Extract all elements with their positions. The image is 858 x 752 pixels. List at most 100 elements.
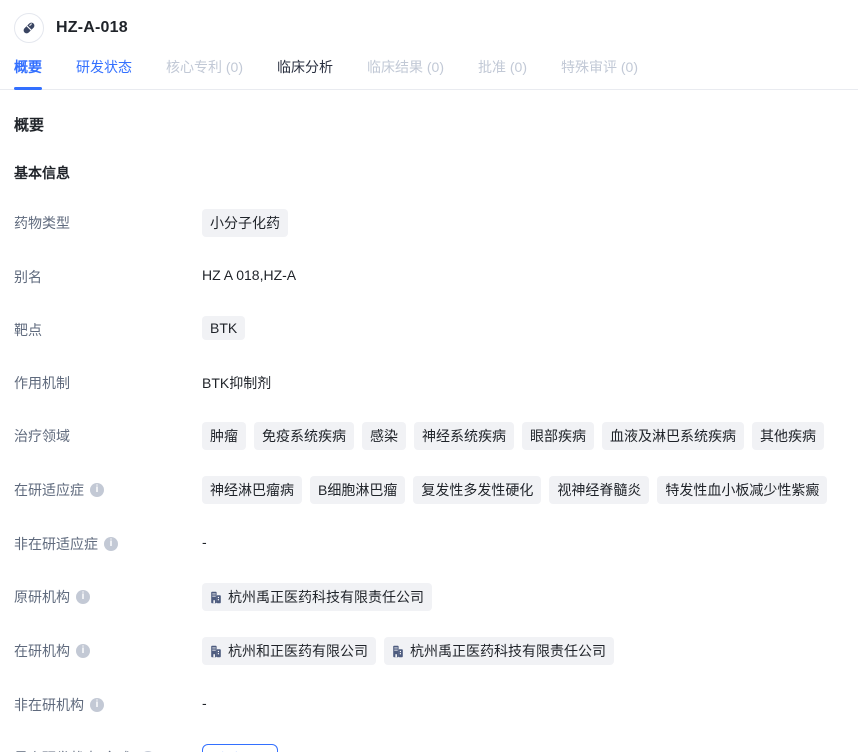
active-orgs-tag[interactable]: 杭州禹正医药科技有限责任公司 xyxy=(384,637,614,665)
tab-core-patents: 核心专利 (0) xyxy=(166,57,243,89)
field-row-active-indications: 在研适应症 i 神经淋巴瘤病 B细胞淋巴瘤复发性多发性硬化视神经脊髓炎 特发性血小板减少… xyxy=(14,476,844,504)
field-label-text: 非在研适应症 xyxy=(14,534,98,554)
tab-rd-status[interactable]: 研发状态 xyxy=(76,57,132,89)
page-header: HZ-A-018 xyxy=(0,0,858,48)
field-value-inactive-indications: - xyxy=(202,530,844,550)
tag-label: BTK xyxy=(210,320,237,336)
tag-label: 神经系统疾病 xyxy=(422,426,506,446)
status-badge: 临床2期 xyxy=(202,744,278,752)
field-value-inactive-orgs: - xyxy=(202,691,844,711)
field-label-aliases: 别名 xyxy=(14,263,202,287)
field-label-inactive-orgs: 非在研机构 i xyxy=(14,691,202,715)
aliases-value: HZ A 018,HZ-A xyxy=(202,263,296,283)
field-label-text: 治疗领域 xyxy=(14,426,70,446)
therapeutic-areas-tag[interactable]: 感染 xyxy=(362,422,406,450)
tab-special-review: 特殊审评 (0) xyxy=(561,57,638,89)
page-title: HZ-A-018 xyxy=(56,19,128,37)
field-row-active-orgs: 在研机构 i 杭州和正医药有限公司 杭州禹正医药科技有限责任公司 xyxy=(14,637,844,665)
tab-approval: 批准 (0) xyxy=(478,57,527,89)
field-row-drug-type: 药物类型 小分子化药 xyxy=(14,209,844,237)
section-title: 概要 xyxy=(14,114,844,135)
tag-label: 神经淋巴瘤病 xyxy=(210,480,294,500)
tag-label: B细胞淋巴瘤 xyxy=(318,480,397,500)
field-label-originator-org: 原研机构 i xyxy=(14,583,202,607)
tag-label: 杭州禹正医药科技有限责任公司 xyxy=(228,587,424,607)
field-value-highest-rd-status: 临床2期 xyxy=(202,744,844,752)
info-icon[interactable]: i xyxy=(90,698,104,712)
tag-label: 杭州禹正医药科技有限责任公司 xyxy=(410,641,606,661)
field-label-text: 非在研机构 xyxy=(14,695,84,715)
field-row-inactive-indications: 非在研适应症 i - xyxy=(14,530,844,557)
info-icon[interactable]: i xyxy=(90,483,104,497)
tag-label: 血液及淋巴系统疾病 xyxy=(610,426,736,446)
tab-bar: 概要 研发状态 核心专利 (0) 临床分析 临床结果 (0) 批准 (0) 特殊审评 (0) xyxy=(0,48,858,90)
field-label-text: 药物类型 xyxy=(14,213,70,233)
inactive-orgs-value: - xyxy=(202,691,207,711)
originator-org-tag[interactable]: 杭州禹正医药科技有限责任公司 xyxy=(202,583,432,611)
field-label-text: 最高研发状态(全球) xyxy=(14,748,135,752)
field-row-inactive-orgs: 非在研机构 i - xyxy=(14,691,844,718)
field-value-therapeutic-areas: 肿瘤免疫系统疾病 感染 神经系统疾病 眼部疾病 血液及淋巴系统疾病 其他疾病 xyxy=(202,422,844,450)
drug-detail-page: HZ-A-018 概要 研发状态 核心专利 (0) 临床分析 临床结果 (0) 批准 (0… xyxy=(0,0,858,752)
tag-label: 小分子化药 xyxy=(210,213,280,233)
building-icon xyxy=(210,591,222,604)
active-orgs-tag[interactable]: 杭州和正医药有限公司 xyxy=(202,637,376,665)
info-icon[interactable]: i xyxy=(104,537,118,551)
field-label-text: 靶点 xyxy=(14,320,42,340)
active-indications-tag[interactable]: B细胞淋巴瘤 xyxy=(310,476,405,504)
tag-label: 感染 xyxy=(370,426,398,446)
inactive-indications-value: - xyxy=(202,530,207,550)
field-value-aliases: HZ A 018,HZ-A xyxy=(202,263,844,283)
tab-overview[interactable]: 概要 xyxy=(14,57,42,89)
field-row-therapeutic-areas: 治疗领域 肿瘤免疫系统疾病 感染 神经系统疾病 眼部疾病 血液及淋巴系统疾病 其他疾病 xyxy=(14,422,844,450)
field-value-active-indications: 神经淋巴瘤病 B细胞淋巴瘤复发性多发性硬化视神经脊髓炎 特发性血小板减少性紫癜 xyxy=(202,476,844,504)
field-row-target: 靶点 BTK xyxy=(14,316,844,343)
therapeutic-areas-tag[interactable]: 血液及淋巴系统疾病 xyxy=(602,422,744,450)
info-icon[interactable]: i xyxy=(76,644,90,658)
subsection-title: 基本信息 xyxy=(14,163,844,183)
field-label-text: 作用机制 xyxy=(14,373,70,393)
active-indications-tag[interactable]: 视神经脊髓炎 xyxy=(549,476,649,504)
tag-label: 杭州和正医药有限公司 xyxy=(228,641,368,661)
active-indications-tag[interactable]: 神经淋巴瘤病 xyxy=(202,476,302,504)
active-indications-tag[interactable]: 复发性多发性硬化 xyxy=(413,476,541,504)
therapeutic-areas-tag[interactable]: 其他疾病 xyxy=(752,422,824,450)
pill-icon xyxy=(14,13,44,43)
field-label-drug-type: 药物类型 xyxy=(14,209,202,233)
field-label-text: 在研适应症 xyxy=(14,480,84,500)
tab-clinical-results: 临床结果 (0) xyxy=(367,57,444,89)
tab-clinical-analysis[interactable]: 临床分析 xyxy=(277,57,333,89)
info-icon[interactable]: i xyxy=(76,590,90,604)
field-label-text: 别名 xyxy=(14,267,42,287)
field-label-active-indications: 在研适应症 i xyxy=(14,476,202,500)
field-value-active-orgs: 杭州和正医药有限公司 杭州禹正医药科技有限责任公司 xyxy=(202,637,844,665)
tag-label: 其他疾病 xyxy=(760,426,816,446)
therapeutic-areas-tag[interactable]: 免疫系统疾病 xyxy=(254,422,354,450)
field-label-highest-rd-status: 最高研发状态(全球)i xyxy=(14,744,202,752)
therapeutic-areas-tag[interactable]: 肿瘤 xyxy=(202,422,246,450)
tag-label: 免疫系统疾病 xyxy=(262,426,346,446)
field-value-target: BTK xyxy=(202,316,844,340)
field-label-target: 靶点 xyxy=(14,316,202,340)
field-row-mechanism: 作用机制 BTK抑制剂 xyxy=(14,369,844,396)
basic-info-fields: 药物类型 小分子化药别名 HZ A 018,HZ-A 靶点 BTK 作用机制 BTK抑制剂治… xyxy=(14,209,844,752)
field-value-originator-org: 杭州禹正医药科技有限责任公司 xyxy=(202,583,844,611)
field-label-text: 原研机构 xyxy=(14,587,70,607)
field-label-mechanism: 作用机制 xyxy=(14,369,202,393)
tag-label: 特发性血小板减少性紫癜 xyxy=(665,480,819,500)
field-value-drug-type: 小分子化药 xyxy=(202,209,844,237)
field-label-active-orgs: 在研机构 i xyxy=(14,637,202,661)
drug-type-tag: 小分子化药 xyxy=(202,209,288,237)
field-label-text: 在研机构 xyxy=(14,641,70,661)
field-row-originator-org: 原研机构 i 杭州禹正医药科技有限责任公司 xyxy=(14,583,844,611)
active-indications-tag[interactable]: 特发性血小板减少性紫癜 xyxy=(657,476,827,504)
therapeutic-areas-tag[interactable]: 眼部疾病 xyxy=(522,422,594,450)
tag-label: 眼部疾病 xyxy=(530,426,586,446)
target-tag[interactable]: BTK xyxy=(202,316,245,340)
therapeutic-areas-tag[interactable]: 神经系统疾病 xyxy=(414,422,514,450)
tag-label: 视神经脊髓炎 xyxy=(557,480,641,500)
overview-content: 概要 基本信息 药物类型 小分子化药别名 HZ A 018,HZ-A 靶点 BTK 作用机… xyxy=(0,114,858,752)
field-row-highest-rd-status: 最高研发状态(全球)i临床2期 xyxy=(14,744,844,752)
mechanism-value: BTK抑制剂 xyxy=(202,369,271,393)
field-value-mechanism: BTK抑制剂 xyxy=(202,369,844,393)
